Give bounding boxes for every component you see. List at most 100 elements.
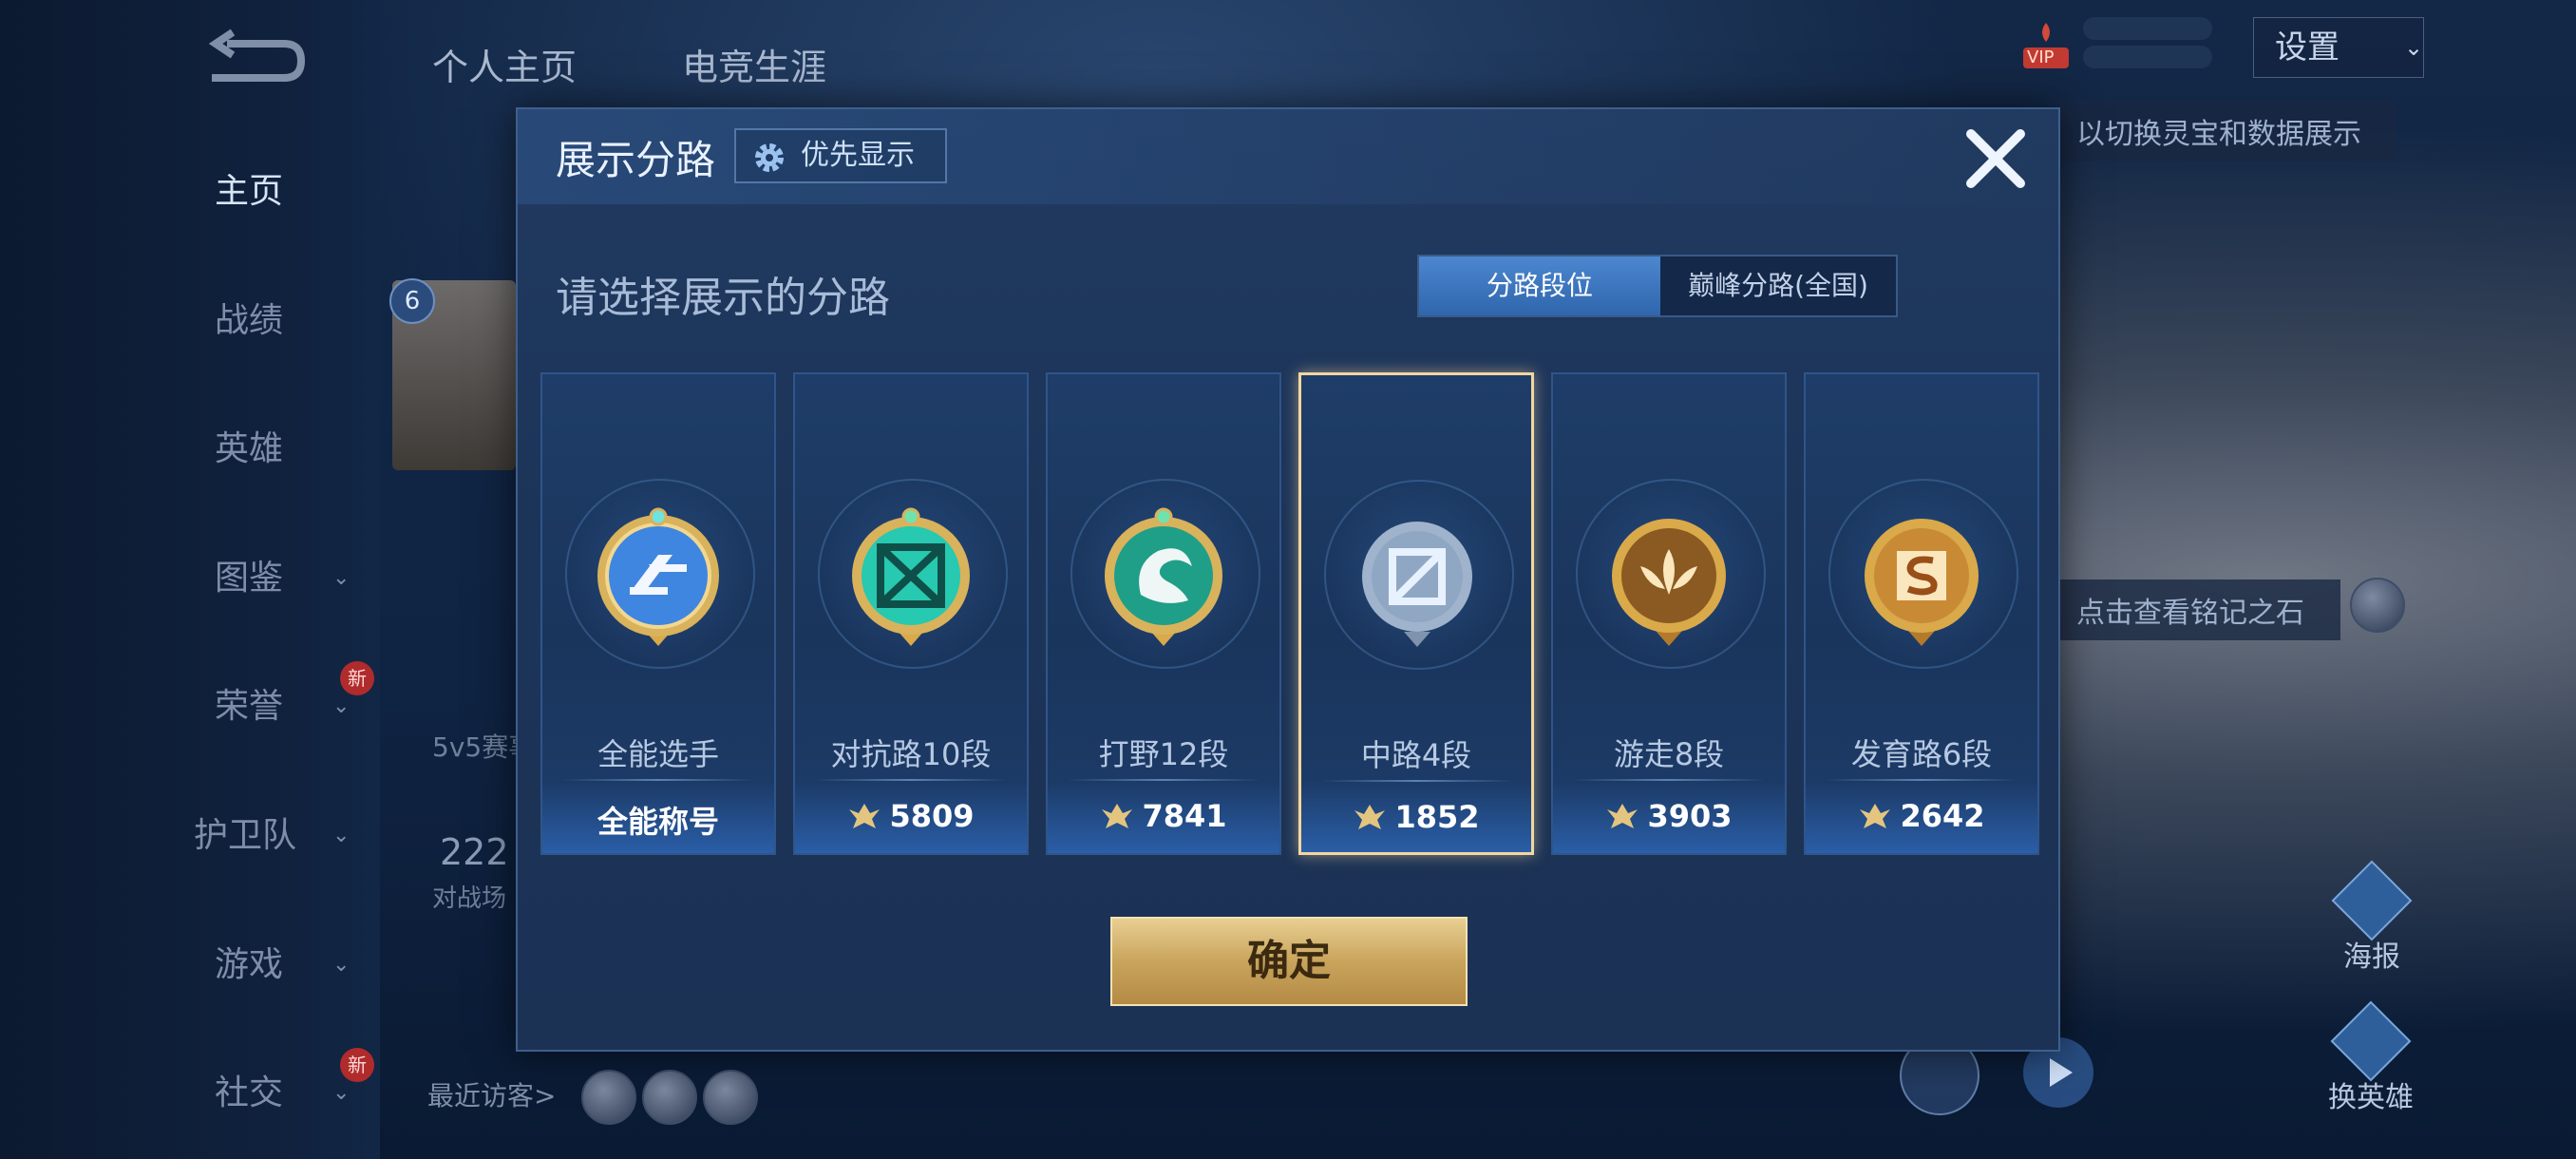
lane-score: 2642 — [1806, 798, 2037, 834]
all-round-emblem-icon — [597, 507, 719, 646]
score-value: 3903 — [1647, 798, 1733, 834]
battle-label: 对战场 — [432, 884, 507, 913]
poster-label: 海报 — [2343, 940, 2400, 974]
sidebar-item-heroes[interactable]: 英雄 — [142, 421, 351, 478]
tab-esports[interactable]: 电竞生涯 — [682, 38, 826, 90]
priority-display-label: 优先显示 — [801, 139, 915, 172]
sidebar-item-label: 游戏 — [215, 945, 284, 984]
visitor-avatar[interactable] — [581, 1070, 636, 1125]
lane-name: 发育路6段 — [1850, 736, 1993, 772]
divider — [561, 779, 755, 781]
lane-card-jungle[interactable]: 打野12段 7841 — [1046, 372, 1281, 855]
divider — [1320, 780, 1514, 782]
sidebar-item-label: 图鉴 — [215, 559, 284, 598]
lane-score: 7841 — [1048, 798, 1279, 834]
lane-name: 中路4段 — [1360, 737, 1472, 773]
lane-score: 1852 — [1301, 799, 1531, 835]
points-icon — [1607, 804, 1638, 828]
chevron-down-icon: ⌄ — [332, 824, 350, 847]
clash-lane-emblem-icon — [852, 507, 970, 646]
lane-mode-toggle: 分路段位 巅峰分路(全国) — [1417, 255, 1898, 317]
score-value: 2642 — [1900, 798, 1985, 834]
number-label: 222 — [440, 831, 509, 873]
change-hero-button[interactable]: 换英雄 — [2314, 1000, 2428, 1115]
points-icon — [849, 804, 881, 828]
visitor-avatar[interactable] — [703, 1070, 758, 1125]
status-pill — [2083, 46, 2212, 68]
lane-name: 打野12段 — [1098, 736, 1229, 772]
settings-label: 设置 — [2275, 28, 2339, 66]
score-value: 5809 — [889, 798, 975, 834]
tab-peak-lane[interactable]: 巅峰分路(全国) — [1660, 256, 1896, 315]
status-pill — [2083, 17, 2212, 40]
divider — [1572, 779, 1766, 781]
vip-label: VIP — [2027, 48, 2055, 67]
sidebar-item-home[interactable]: 主页 — [142, 163, 351, 220]
mid-lane-emblem-icon — [1362, 522, 1472, 647]
vip-icon[interactable]: VIP — [2021, 19, 2071, 70]
tab-profile[interactable]: 个人主页 — [432, 38, 577, 90]
points-icon — [1860, 804, 1891, 828]
sidebar-item-games[interactable]: 游戏 ⌄ — [142, 937, 351, 994]
settings-button[interactable]: 设置 ⌄ — [2253, 17, 2424, 78]
lane-name: 全能选手 — [597, 736, 719, 772]
poster-icon — [2331, 860, 2413, 941]
sidebar-item-social[interactable]: 社交 ⌄ 新 — [142, 1048, 374, 1122]
farm-lane-emblem-icon — [1865, 519, 1979, 646]
chevron-down-icon: ⌄ — [332, 953, 350, 977]
sidebar-item-label: 主页 — [215, 172, 284, 211]
sidebar-item-guard[interactable]: 护卫队 ⌄ — [142, 808, 351, 864]
score-value: 全能称号 — [597, 804, 719, 840]
recent-visitors-link[interactable]: 最近访客> — [427, 1075, 556, 1113]
sidebar: 主页 战绩 英雄 图鉴 ⌄ 荣誉 ⌄ 新 护卫队 ⌄ 游戏 ⌄ 社交 ⌄ 新 — [0, 0, 380, 1159]
lane-card-clash[interactable]: 对抗路10段 5809 — [793, 372, 1029, 855]
lane-name: 游走8段 — [1613, 736, 1725, 772]
roam-emblem-icon — [1612, 519, 1726, 646]
tab-lane-rank[interactable]: 分路段位 — [1419, 256, 1660, 315]
lane-score: 5809 — [795, 798, 1027, 834]
inscription-hint[interactable]: 点击查看铭记之石 — [2059, 580, 2340, 640]
switch-hint: 以切换灵宝和数据展示 — [2059, 101, 2396, 162]
score-value: 1852 — [1394, 799, 1480, 835]
chevron-down-icon: ⌄ — [2404, 34, 2424, 61]
lane-card-farm[interactable]: 发育路6段 2642 — [1804, 372, 2039, 855]
divider — [814, 779, 1008, 781]
priority-display-button[interactable]: 优先显示 — [734, 128, 947, 183]
sidebar-item-label: 战绩 — [215, 301, 284, 340]
jungle-emblem-icon — [1105, 507, 1222, 646]
new-badge: 新 — [340, 1048, 374, 1082]
sidebar-item-label: 英雄 — [215, 429, 284, 468]
dialog-subtitle: 请选择展示的分路 — [556, 274, 890, 322]
sidebar-item-codex[interactable]: 图鉴 ⌄ — [142, 550, 351, 607]
divider — [1067, 779, 1260, 781]
level-badge: 6 — [389, 278, 435, 324]
points-icon — [1102, 804, 1133, 828]
visitor-avatar[interactable] — [642, 1070, 697, 1125]
close-icon[interactable] — [1960, 123, 2032, 195]
lane-score: 3903 — [1553, 798, 1785, 834]
points-icon — [1354, 805, 1386, 829]
lane-card-roam[interactable]: 游走8段 3903 — [1551, 372, 1787, 855]
new-badge: 新 — [340, 661, 374, 695]
sidebar-item-label: 护卫队 — [194, 816, 297, 855]
back-arrow-icon[interactable] — [195, 28, 309, 95]
sidebar-item-label: 荣誉 — [215, 687, 284, 726]
change-hero-icon — [2330, 1000, 2412, 1082]
sidebar-item-record[interactable]: 战绩 — [142, 293, 351, 350]
dialog-title: 展示分路 — [556, 137, 716, 183]
poster-button[interactable]: 海报 — [2329, 860, 2415, 975]
inscription-icon[interactable] — [2350, 578, 2405, 633]
lane-display-dialog: 展示分路 优先显示 请选择展示的分路 分路段位 巅峰分路(全国) 全能选手 全能… — [516, 107, 2060, 1052]
gear-icon — [755, 143, 784, 172]
sidebar-item-honor[interactable]: 荣誉 ⌄ 新 — [142, 661, 374, 735]
lane-card-mid[interactable]: 中路4段 1852 — [1298, 372, 1534, 855]
divider — [1825, 779, 2018, 781]
chevron-down-icon: ⌄ — [332, 566, 350, 590]
lane-card-all-round[interactable]: 全能选手 全能称号 — [540, 372, 776, 855]
confirm-button[interactable]: 确定 — [1110, 917, 1468, 1006]
score-value: 7841 — [1142, 798, 1227, 834]
lane-name: 对抗路10段 — [830, 736, 992, 772]
sidebar-item-label: 社交 — [215, 1074, 284, 1112]
change-hero-label: 换英雄 — [2328, 1081, 2414, 1114]
lane-score: 全能称号 — [542, 798, 774, 842]
